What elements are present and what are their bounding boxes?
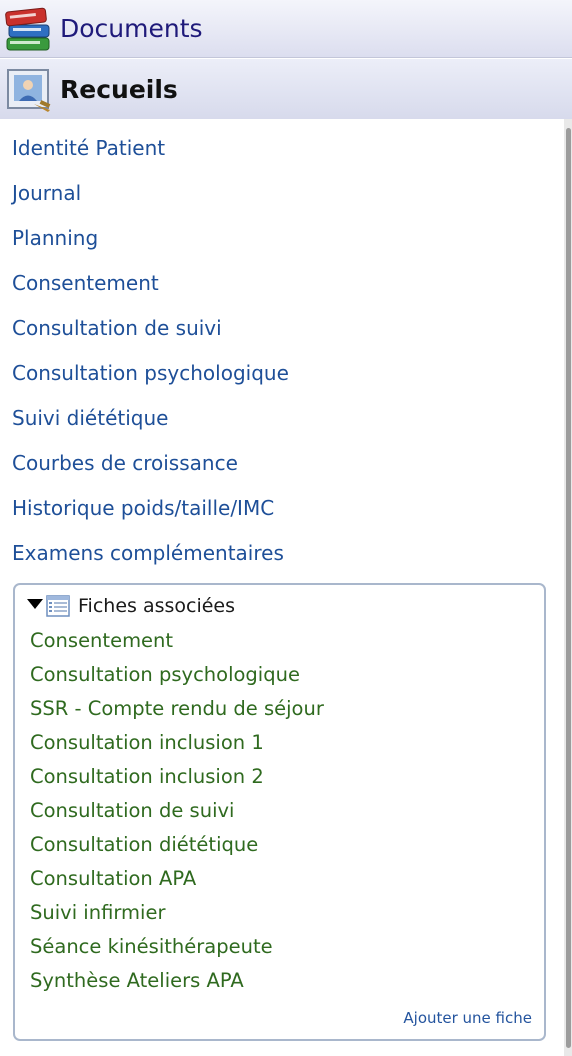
portrait-frame-icon — [3, 63, 55, 115]
fiche-item-seance-kinesitherapeute[interactable]: Séance kinésithérapeute — [30, 935, 324, 969]
fiche-item-consultation-inclusion-2[interactable]: Consultation inclusion 2 — [30, 765, 324, 799]
nav-item-historique-poids-taille-imc[interactable]: Historique poids/taille/IMC — [12, 494, 289, 539]
fiche-item-ssr-compte-rendu[interactable]: SSR - Compte rendu de séjour — [30, 697, 324, 731]
fiche-item-consultation-de-suivi[interactable]: Consultation de suivi — [30, 799, 324, 833]
nav-item-identite-patient[interactable]: Identité Patient — [12, 134, 289, 179]
nav-item-journal[interactable]: Journal — [12, 179, 289, 224]
nav-item-consultation-psychologique[interactable]: Consultation psychologique — [12, 359, 289, 404]
fiche-item-consentement[interactable]: Consentement — [30, 629, 324, 663]
nav-item-courbes-de-croissance[interactable]: Courbes de croissance — [12, 449, 289, 494]
fiche-item-consultation-inclusion-1[interactable]: Consultation inclusion 1 — [30, 731, 324, 765]
fiches-associees-header[interactable]: Fiches associées — [27, 595, 235, 617]
add-fiche-link[interactable]: Ajouter une fiche — [403, 1009, 532, 1027]
nav-item-suivi-dietetique[interactable]: Suivi diététique — [12, 404, 289, 449]
fiches-associees-title: Fiches associées — [78, 595, 236, 617]
books-icon — [3, 3, 55, 55]
fiches-list: Consentement Consultation psychologique … — [30, 629, 324, 1003]
nav-item-consultation-de-suivi[interactable]: Consultation de suivi — [12, 314, 289, 359]
documents-title: Documents — [60, 14, 203, 43]
nav-item-planning[interactable]: Planning — [12, 224, 289, 269]
fiche-item-consultation-dietetique[interactable]: Consultation diététique — [30, 833, 324, 867]
recueils-title: Recueils — [60, 74, 178, 104]
fiches-associees-panel: Fiches associées Consentement Consultati… — [13, 583, 546, 1041]
fiche-item-consultation-apa[interactable]: Consultation APA — [30, 867, 324, 901]
form-list-icon — [46, 595, 70, 617]
nav-item-consentement[interactable]: Consentement — [12, 269, 289, 314]
recueils-nav-list: Identité Patient Journal Planning Consen… — [12, 134, 289, 584]
fiche-item-suivi-infirmier[interactable]: Suivi infirmier — [30, 901, 324, 935]
scrollbar-thumb[interactable] — [566, 128, 571, 1048]
nav-item-examens-complementaires[interactable]: Examens complémentaires — [12, 539, 289, 584]
recueils-header[interactable]: Recueils — [0, 59, 572, 119]
documents-header[interactable]: Documents — [0, 0, 572, 58]
triangle-down-icon[interactable] — [27, 599, 43, 609]
fiche-item-consultation-psychologique[interactable]: Consultation psychologique — [30, 663, 324, 697]
fiche-item-synthese-ateliers-apa[interactable]: Synthèse Ateliers APA — [30, 969, 324, 1003]
